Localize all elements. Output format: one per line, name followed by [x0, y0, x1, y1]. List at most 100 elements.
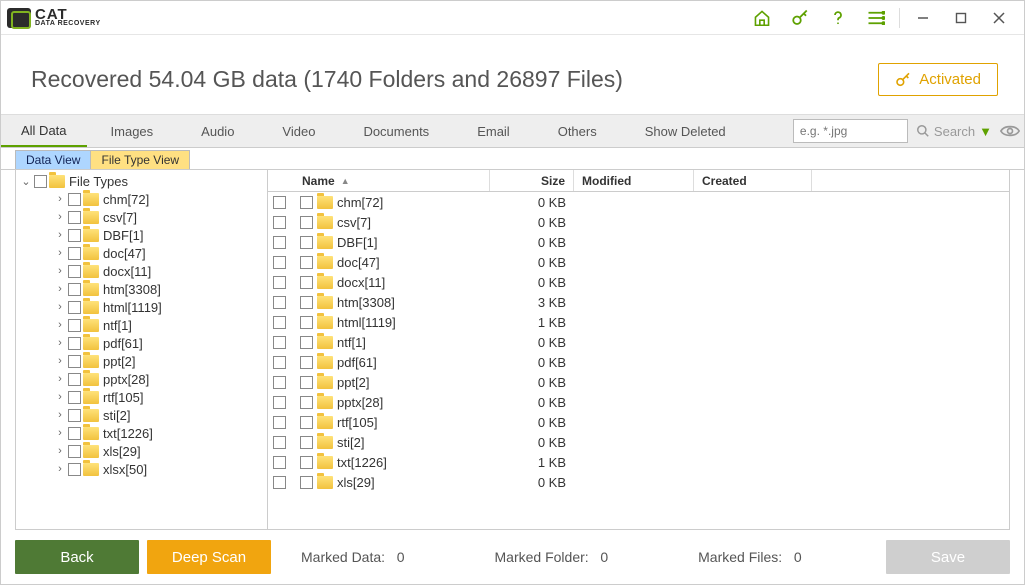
- checkbox[interactable]: [68, 337, 81, 350]
- checkbox[interactable]: [68, 391, 81, 404]
- home-icon[interactable]: [743, 1, 781, 35]
- caret-right-icon[interactable]: ›: [54, 319, 66, 331]
- list-row[interactable]: csv[7]0 KB: [268, 212, 1009, 232]
- checkbox[interactable]: [68, 355, 81, 368]
- tab-data-view[interactable]: Data View: [15, 150, 91, 169]
- caret-right-icon[interactable]: ›: [54, 373, 66, 385]
- toolbar-item-images[interactable]: Images: [87, 115, 178, 147]
- tree-item[interactable]: ›xlsx[50]: [20, 460, 267, 478]
- tree-item[interactable]: ›doc[47]: [20, 244, 267, 262]
- list-row[interactable]: rtf[105]0 KB: [268, 412, 1009, 432]
- checkbox[interactable]: [68, 445, 81, 458]
- caret-right-icon[interactable]: ›: [54, 265, 66, 277]
- checkbox[interactable]: [68, 283, 81, 296]
- list-row[interactable]: htm[3308]3 KB: [268, 292, 1009, 312]
- key-icon[interactable]: [781, 1, 819, 35]
- tree-item[interactable]: ›xls[29]: [20, 442, 267, 460]
- tree-item[interactable]: ›ntf[1]: [20, 316, 267, 334]
- list-row[interactable]: docx[11]0 KB: [268, 272, 1009, 292]
- checkbox[interactable]: [273, 316, 286, 329]
- checkbox[interactable]: [300, 216, 313, 229]
- list-row[interactable]: sti[2]0 KB: [268, 432, 1009, 452]
- caret-right-icon[interactable]: ›: [54, 283, 66, 295]
- caret-right-icon[interactable]: ›: [54, 409, 66, 421]
- caret-right-icon[interactable]: ›: [54, 445, 66, 457]
- tree-item[interactable]: ›chm[72]: [20, 190, 267, 208]
- list-row[interactable]: pptx[28]0 KB: [268, 392, 1009, 412]
- deep-scan-button[interactable]: Deep Scan: [147, 540, 271, 574]
- tree-root-row[interactable]: ⌄ File Types: [20, 172, 267, 190]
- caret-right-icon[interactable]: ›: [54, 355, 66, 367]
- caret-down-icon[interactable]: ⌄: [20, 175, 32, 188]
- list-row[interactable]: xls[29]0 KB: [268, 472, 1009, 492]
- checkbox[interactable]: [300, 296, 313, 309]
- checkbox[interactable]: [68, 229, 81, 242]
- checkbox[interactable]: [300, 476, 313, 489]
- toolbar-item-video[interactable]: Video: [258, 115, 339, 147]
- checkbox[interactable]: [300, 376, 313, 389]
- checkbox[interactable]: [273, 416, 286, 429]
- checkbox[interactable]: [300, 356, 313, 369]
- maximize-button[interactable]: [942, 1, 980, 35]
- list-row[interactable]: ppt[2]0 KB: [268, 372, 1009, 392]
- checkbox[interactable]: [300, 456, 313, 469]
- tree-item[interactable]: ›pdf[61]: [20, 334, 267, 352]
- checkbox[interactable]: [300, 336, 313, 349]
- tree-item[interactable]: ›rtf[105]: [20, 388, 267, 406]
- caret-right-icon[interactable]: ›: [54, 391, 66, 403]
- search-button[interactable]: Search ▼: [912, 115, 996, 147]
- caret-right-icon[interactable]: ›: [54, 229, 66, 241]
- tree-item[interactable]: ›csv[7]: [20, 208, 267, 226]
- tree-item[interactable]: ›sti[2]: [20, 406, 267, 424]
- checkbox[interactable]: [68, 193, 81, 206]
- checkbox[interactable]: [68, 373, 81, 386]
- back-button[interactable]: Back: [15, 540, 139, 574]
- list-row[interactable]: chm[72]0 KB: [268, 192, 1009, 212]
- checkbox[interactable]: [273, 336, 286, 349]
- column-header-modified[interactable]: Modified: [574, 170, 694, 191]
- list-row[interactable]: txt[1226]1 KB: [268, 452, 1009, 472]
- column-header-name[interactable]: Name ▲: [290, 170, 490, 191]
- caret-right-icon[interactable]: ›: [54, 247, 66, 259]
- checkbox[interactable]: [68, 427, 81, 440]
- list-row[interactable]: pdf[61]0 KB: [268, 352, 1009, 372]
- checkbox[interactable]: [273, 456, 286, 469]
- tree-item[interactable]: ›pptx[28]: [20, 370, 267, 388]
- minimize-button[interactable]: [904, 1, 942, 35]
- checkbox[interactable]: [300, 256, 313, 269]
- tree-item[interactable]: ›docx[11]: [20, 262, 267, 280]
- checkbox[interactable]: [300, 316, 313, 329]
- toolbar-item-all-data[interactable]: All Data: [1, 115, 87, 147]
- checkbox[interactable]: [300, 436, 313, 449]
- tree-item[interactable]: ›htm[3308]: [20, 280, 267, 298]
- checkbox[interactable]: [273, 216, 286, 229]
- checkbox[interactable]: [273, 276, 286, 289]
- toolbar-item-documents[interactable]: Documents: [339, 115, 453, 147]
- help-icon[interactable]: [819, 1, 857, 35]
- checkbox[interactable]: [68, 463, 81, 476]
- checkbox[interactable]: [273, 236, 286, 249]
- list-row[interactable]: doc[47]0 KB: [268, 252, 1009, 272]
- caret-right-icon[interactable]: ›: [54, 211, 66, 223]
- preview-toggle-icon[interactable]: [996, 115, 1024, 147]
- list-body[interactable]: chm[72]0 KBcsv[7]0 KBDBF[1]0 KBdoc[47]0 …: [268, 192, 1009, 529]
- save-button[interactable]: Save: [886, 540, 1010, 574]
- toolbar-item-others[interactable]: Others: [534, 115, 621, 147]
- checkbox[interactable]: [68, 265, 81, 278]
- close-button[interactable]: [980, 1, 1018, 35]
- menu-icon[interactable]: [857, 1, 895, 35]
- checkbox[interactable]: [273, 396, 286, 409]
- checkbox[interactable]: [273, 436, 286, 449]
- checkbox[interactable]: [273, 476, 286, 489]
- list-row[interactable]: html[1119]1 KB: [268, 312, 1009, 332]
- caret-right-icon[interactable]: ›: [54, 427, 66, 439]
- checkbox[interactable]: [68, 211, 81, 224]
- checkbox[interactable]: [273, 356, 286, 369]
- tree-item[interactable]: ›DBF[1]: [20, 226, 267, 244]
- tree-item[interactable]: ›txt[1226]: [20, 424, 267, 442]
- checkbox[interactable]: [68, 301, 81, 314]
- caret-right-icon[interactable]: ›: [54, 193, 66, 205]
- tree-item[interactable]: ›html[1119]: [20, 298, 267, 316]
- checkbox[interactable]: [300, 196, 313, 209]
- column-header-created[interactable]: Created: [694, 170, 812, 191]
